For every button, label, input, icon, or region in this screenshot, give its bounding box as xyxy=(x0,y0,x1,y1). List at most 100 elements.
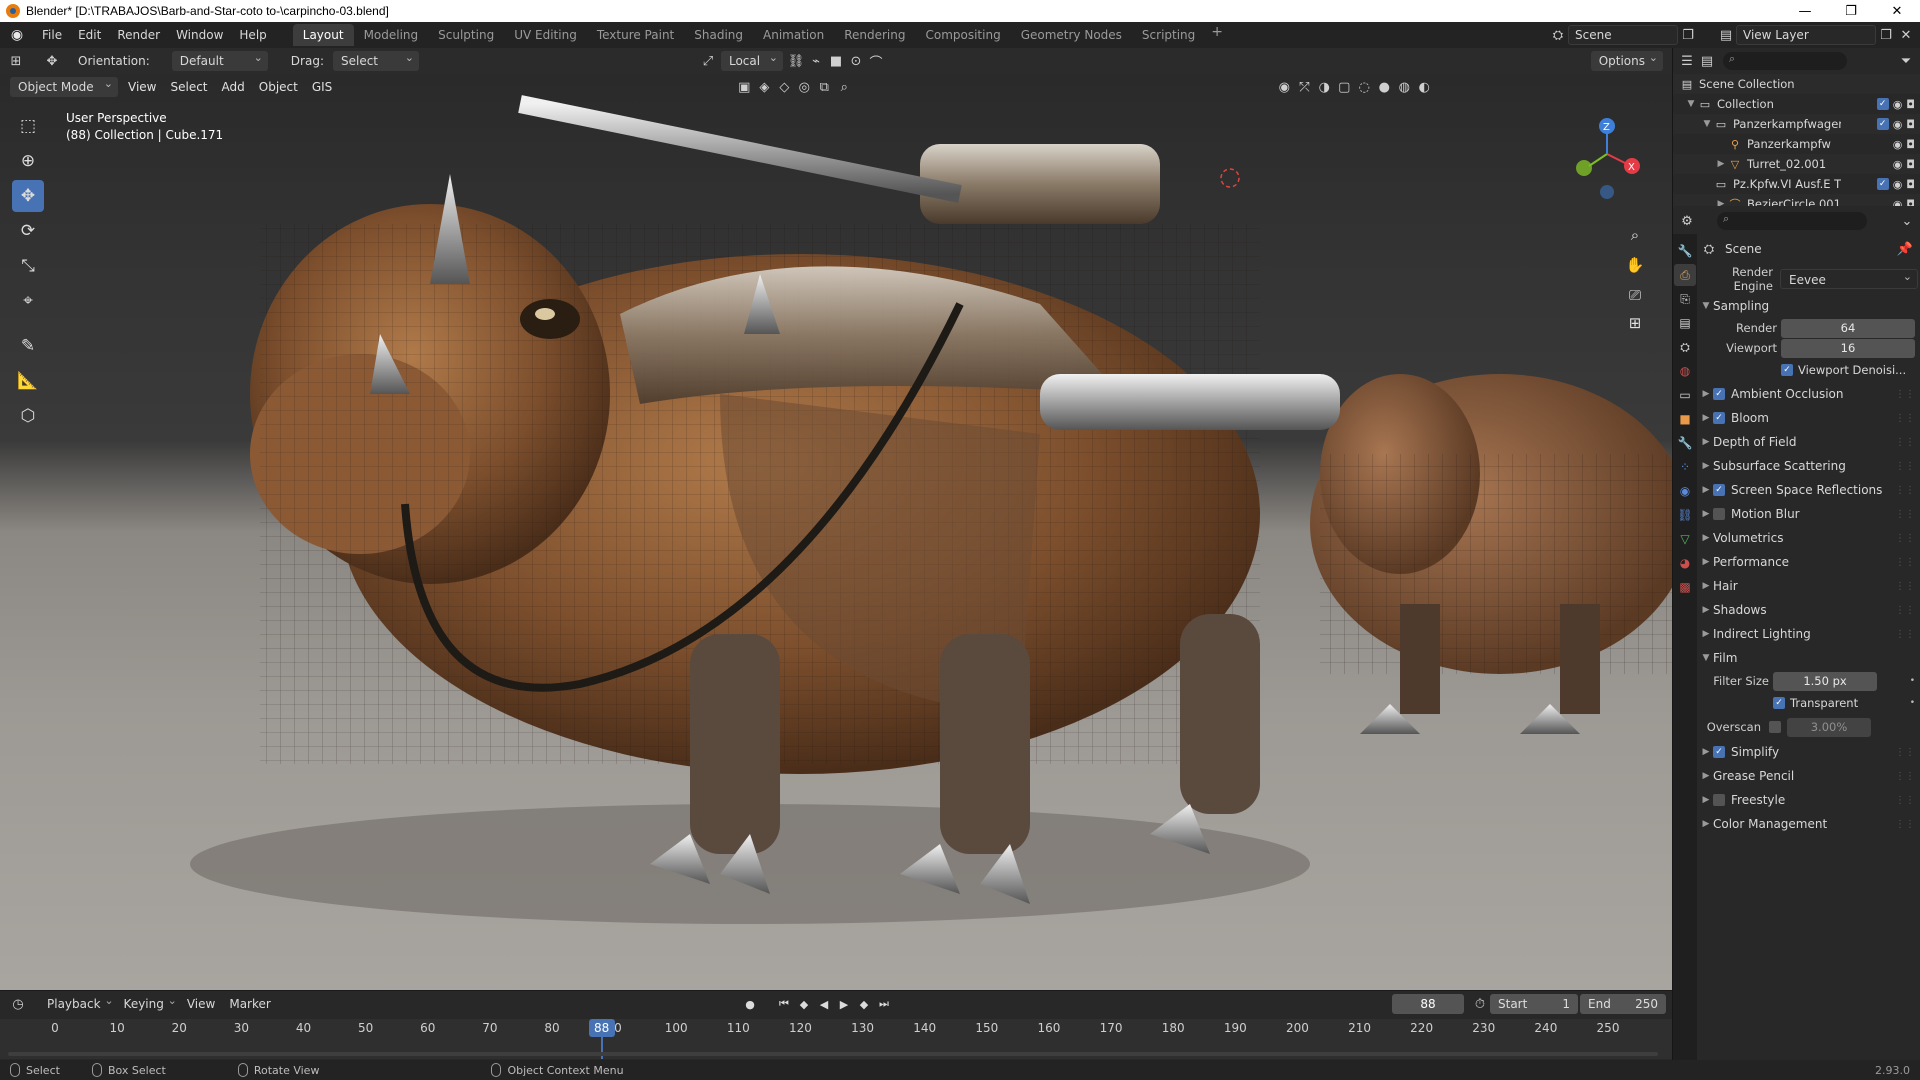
record-icon[interactable]: ● xyxy=(740,994,760,1014)
outliner-row-bezier[interactable]: ▶ ⌒ BezierCircle.001 ◉ ◘ xyxy=(1673,194,1920,206)
section-volumetrics[interactable]: ▶ Volumetrics ⋮⋮ xyxy=(1699,526,1920,550)
filter-size-field[interactable]: 1.50 px xyxy=(1773,671,1877,691)
properties-editor-type-icon[interactable]: ⚙ xyxy=(1677,211,1697,231)
snap-icon[interactable]: ⛓ xyxy=(786,51,806,71)
minimize-button[interactable]: — xyxy=(1782,0,1828,22)
preview-range-icon[interactable]: ⏱ xyxy=(1470,994,1490,1014)
xray-icon[interactable]: ▢ xyxy=(1334,77,1354,97)
remove-view-layer-icon[interactable]: ✕ xyxy=(1896,25,1916,45)
render-engine-dropdown[interactable]: Eevee xyxy=(1780,267,1918,289)
drag-handle-icon[interactable]: ⋮⋮ xyxy=(1895,413,1915,424)
measure-tool-icon[interactable]: 📐 xyxy=(12,365,44,397)
transform-tool-icon[interactable]: ⌖ xyxy=(12,285,44,317)
section-ambient-occlusion[interactable]: ▶ ✓ Ambient Occlusion ⋮⋮ xyxy=(1699,382,1920,406)
eye-icon[interactable]: ◉ xyxy=(1893,138,1903,151)
section-checkbox[interactable]: ✓ xyxy=(1713,412,1725,424)
view-layer-field[interactable]: View Layer xyxy=(1736,25,1876,45)
section-motion-blur[interactable]: ▶ Motion Blur ⋮⋮ xyxy=(1699,502,1920,526)
drag-handle-icon[interactable]: ⋮⋮ xyxy=(1895,437,1915,448)
select-invert-icon[interactable]: ◎ xyxy=(794,77,814,97)
overscan-checkbox[interactable] xyxy=(1769,721,1781,733)
scale-tool-icon[interactable]: ⤡ xyxy=(12,250,44,282)
section-checkbox[interactable] xyxy=(1713,794,1725,806)
eye-icon[interactable]: ◉ xyxy=(1893,198,1903,207)
tab-rendering[interactable]: Rendering xyxy=(834,24,915,46)
modifier-tab-icon[interactable]: 🔧 xyxy=(1674,432,1696,454)
data-tab-icon[interactable]: ▽ xyxy=(1674,528,1696,550)
prev-keyframe-icon[interactable]: ◆ xyxy=(794,994,814,1014)
viewport-denoise-checkbox[interactable]: ✓ Viewport Denoisi... xyxy=(1781,363,1906,377)
move-tool-icon[interactable]: ✥ xyxy=(12,180,44,212)
constraints-tab-icon[interactable]: ⛓ xyxy=(1674,504,1696,526)
snap-increment-icon[interactable]: ■ xyxy=(826,51,846,71)
drag-handle-icon[interactable]: ⋮⋮ xyxy=(1895,605,1915,616)
drag-handle-icon[interactable]: ⋮⋮ xyxy=(1895,747,1915,758)
menu-help[interactable]: Help xyxy=(231,24,274,46)
keyframe-dot-icon[interactable]: • xyxy=(1910,698,1915,708)
pan-hand-icon[interactable]: ✋ xyxy=(1622,252,1648,278)
view-layer-tab-icon[interactable]: ▤ xyxy=(1674,312,1696,334)
expand-arrow-icon[interactable]: ▶ xyxy=(1715,199,1727,206)
add-workspace-button[interactable]: + xyxy=(1205,24,1229,46)
timeline-menu-keying[interactable]: Keying xyxy=(117,994,180,1011)
eye-icon[interactable]: ◉ xyxy=(1893,178,1903,191)
render-tab-icon[interactable]: ⎙ xyxy=(1674,264,1696,286)
playhead[interactable]: 88 xyxy=(588,1019,615,1037)
transparent-checkbox[interactable]: ✓ Transparent xyxy=(1773,696,1858,710)
outliner-row-pzkpfw[interactable]: ▭ Pz.Kpfw.VI Ausf.E T ✓ ◉ ◘ xyxy=(1673,174,1920,194)
viewport-menu-select[interactable]: Select xyxy=(163,80,214,94)
select-subtract-icon[interactable]: ◇ xyxy=(774,77,794,97)
drag-handle-icon[interactable]: ⋮⋮ xyxy=(1895,509,1915,520)
expand-arrow-icon[interactable]: ▼ xyxy=(1685,99,1697,109)
magnet-icon[interactable]: ⌁ xyxy=(806,51,826,71)
physics-tab-icon[interactable]: ◉ xyxy=(1674,480,1696,502)
camera-icon[interactable]: ◘ xyxy=(1906,138,1915,151)
camera-icon[interactable]: ◘ xyxy=(1906,158,1915,171)
play-icon[interactable]: ▶ xyxy=(834,994,854,1014)
annotate-tool-icon[interactable]: ✎ xyxy=(12,330,44,362)
section-film[interactable]: ▼ Film xyxy=(1699,646,1920,670)
section-sampling[interactable]: ▼ Sampling xyxy=(1699,294,1920,318)
timeline-menu-view[interactable]: View xyxy=(180,997,222,1011)
timeline-scrollbar[interactable] xyxy=(8,1052,1658,1056)
camera-icon[interactable]: ◘ xyxy=(1906,198,1915,207)
display-mode-icon[interactable]: ▤ xyxy=(1697,51,1717,71)
section-screen-space-reflections[interactable]: ▶ ✓ Screen Space Reflections ⋮⋮ xyxy=(1699,478,1920,502)
scene-tab-icon[interactable]: ⛭ xyxy=(1674,336,1696,358)
solid-shading-icon[interactable]: ● xyxy=(1374,77,1394,97)
rotate-tool-icon[interactable]: ⟳ xyxy=(12,215,44,247)
world-tab-icon[interactable]: ◍ xyxy=(1674,360,1696,382)
falloff-icon[interactable]: ⌒ xyxy=(866,51,886,71)
drag-dropdown[interactable]: Select Box xyxy=(332,48,419,88)
cursor-tool-icon[interactable]: ⊕ xyxy=(12,145,44,177)
properties-search-input[interactable]: ⌕ xyxy=(1717,212,1867,230)
tool-tab-icon[interactable]: 🔧 xyxy=(1674,240,1696,262)
drag-handle-icon[interactable]: ⋮⋮ xyxy=(1895,389,1915,400)
section-depth-of-field[interactable]: ▶ Depth of Field ⋮⋮ xyxy=(1699,430,1920,454)
rendered-shading-icon[interactable]: ◐ xyxy=(1414,77,1434,97)
viewport-menu-view[interactable]: View xyxy=(121,80,163,94)
tab-uv-editing[interactable]: UV Editing xyxy=(504,24,587,46)
select-box-tool-icon[interactable]: ⬚ xyxy=(12,110,44,142)
collection-tab-icon[interactable]: ▭ xyxy=(1674,384,1696,406)
select-intersect-icon[interactable]: ⧉ xyxy=(814,77,834,97)
current-frame-field[interactable]: 88 xyxy=(1392,994,1464,1014)
particles-tab-icon[interactable]: ⁘ xyxy=(1674,456,1696,478)
section-checkbox[interactable] xyxy=(1713,508,1725,520)
viewport-search-icon[interactable]: ⌕ xyxy=(834,77,854,97)
pin-icon[interactable]: 📌 xyxy=(1895,239,1915,259)
section-grease-pencil[interactable]: ▶ Grease Pencil ⋮⋮ xyxy=(1699,764,1920,788)
timeline-menu-playback[interactable]: Playback xyxy=(40,994,117,1011)
drag-handle-icon[interactable]: ⋮⋮ xyxy=(1895,795,1915,806)
timeline-menu-marker[interactable]: Marker xyxy=(222,997,277,1011)
section-checkbox[interactable]: ✓ xyxy=(1713,484,1725,496)
exclude-checkbox[interactable]: ✓ xyxy=(1876,117,1889,130)
drag-handle-icon[interactable]: ⋮⋮ xyxy=(1895,533,1915,544)
new-scene-icon[interactable]: ❐ xyxy=(1678,25,1698,45)
3d-viewport[interactable]: Object Mode View Select Add Object GIS ▣… xyxy=(0,74,1672,990)
menu-file[interactable]: File xyxy=(34,24,70,46)
viewport-menu-add[interactable]: Add xyxy=(215,80,252,94)
tab-geometry-nodes[interactable]: Geometry Nodes xyxy=(1011,24,1132,46)
blender-menu-icon[interactable]: ◉ xyxy=(6,24,28,46)
section-hair[interactable]: ▶ Hair ⋮⋮ xyxy=(1699,574,1920,598)
